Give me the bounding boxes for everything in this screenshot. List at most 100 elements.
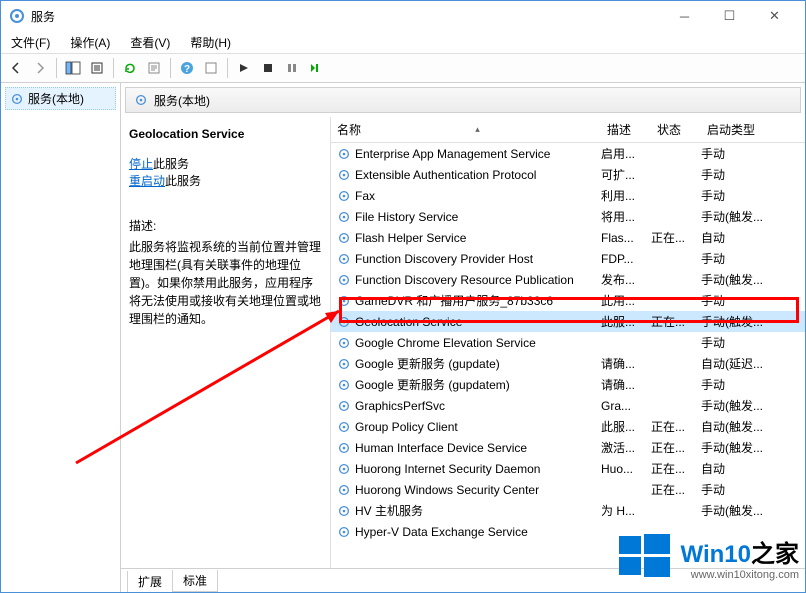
list-header: 名称▴ 描述 状态 启动类型	[331, 117, 805, 143]
refresh-button[interactable]	[119, 57, 141, 79]
windows-logo-icon	[615, 528, 673, 586]
service-row[interactable]: Group Policy Client此服...正在...自动(触发...	[331, 416, 805, 437]
menu-view[interactable]: 查看(V)	[126, 32, 174, 53]
cell-desc: Huo...	[601, 462, 651, 476]
minimize-button[interactable]: ─	[662, 1, 707, 31]
restart-link[interactable]: 重启动	[129, 174, 165, 188]
cell-desc: 为 H...	[601, 502, 651, 519]
cell-status: 正在...	[651, 229, 701, 246]
gear-icon	[337, 189, 351, 203]
cell-desc: 可扩...	[601, 166, 651, 183]
pause-button[interactable]	[281, 57, 303, 79]
cell-name: Function Discovery Resource Publication	[337, 273, 601, 287]
description-text: 此服务将监视系统的当前位置并管理地理围栏(具有关联事件的地理位置)。如果你禁用此…	[129, 238, 322, 328]
service-row[interactable]: Google 更新服务 (gupdate)请确...自动(延迟...	[331, 353, 805, 374]
cell-desc: 此服...	[601, 313, 651, 330]
cell-startup: 手动	[701, 376, 781, 393]
maximize-button[interactable]: ☐	[707, 1, 752, 31]
cell-desc: 请确...	[601, 376, 651, 393]
cell-desc: 启用...	[601, 145, 651, 162]
gear-icon	[337, 420, 351, 434]
menu-help[interactable]: 帮助(H)	[186, 32, 235, 53]
service-row[interactable]: GameDVR 和广播用户服务_87b33c6此用...手动	[331, 290, 805, 311]
cell-name: HV 主机服务	[337, 502, 601, 519]
tab-extended[interactable]: 扩展	[127, 571, 173, 593]
column-status[interactable]: 状态	[651, 117, 701, 142]
gear-icon	[337, 483, 351, 497]
cell-desc: 利用...	[601, 187, 651, 204]
restart-service-line: 重启动此服务	[129, 172, 322, 189]
action-button[interactable]	[200, 57, 222, 79]
cell-desc: Gra...	[601, 399, 651, 413]
cell-name: Flash Helper Service	[337, 231, 601, 245]
close-button[interactable]: ✕	[752, 1, 797, 31]
service-rows[interactable]: Enterprise App Management Service启用...手动…	[331, 143, 805, 568]
service-row[interactable]: Fax利用...手动	[331, 185, 805, 206]
column-desc[interactable]: 描述	[601, 117, 651, 142]
cell-name: Huorong Windows Security Center	[337, 483, 601, 497]
watermark-url: www.win10xitong.com	[681, 569, 799, 581]
cell-name: Function Discovery Provider Host	[337, 252, 601, 266]
service-row[interactable]: Function Discovery Resource Publication发…	[331, 269, 805, 290]
description-label: 描述:	[129, 217, 322, 234]
column-startup[interactable]: 启动类型	[701, 117, 781, 142]
cell-name: Fax	[337, 189, 601, 203]
service-row[interactable]: Function Discovery Provider HostFDP... 手动	[331, 248, 805, 269]
sort-arrow-icon: ▴	[475, 124, 480, 135]
cell-name: Hyper-V Data Exchange Service	[337, 525, 601, 539]
show-hide-button[interactable]	[62, 57, 84, 79]
column-name[interactable]: 名称▴	[331, 117, 601, 142]
service-row[interactable]: File History Service将用...手动(触发...	[331, 206, 805, 227]
service-row[interactable]: Extensible Authentication Protocol可扩...手…	[331, 164, 805, 185]
menu-file[interactable]: 文件(F)	[7, 32, 54, 53]
watermark: Win10之家 www.win10xitong.com	[615, 528, 799, 586]
stop-link[interactable]: 停止	[129, 157, 153, 171]
gear-icon	[337, 294, 351, 308]
export-button[interactable]	[86, 57, 108, 79]
stop-button[interactable]	[257, 57, 279, 79]
service-row[interactable]: Huorong Windows Security Center正在...手动	[331, 479, 805, 500]
service-row[interactable]: HV 主机服务为 H... 手动(触发...	[331, 500, 805, 521]
cell-name: Group Policy Client	[337, 420, 601, 434]
service-row[interactable]: Huorong Internet Security DaemonHuo...正在…	[331, 458, 805, 479]
tree-root-item[interactable]: 服务(本地)	[5, 87, 116, 110]
cell-name: Google Chrome Elevation Service	[337, 336, 601, 350]
cell-startup: 手动(触发...	[701, 502, 781, 519]
gear-icon	[337, 147, 351, 161]
service-row[interactable]: Google 更新服务 (gupdatem)请确... 手动	[331, 374, 805, 395]
play-button[interactable]	[233, 57, 255, 79]
properties-button[interactable]	[143, 57, 165, 79]
forward-button[interactable]	[29, 57, 51, 79]
cell-startup: 自动(延迟...	[701, 355, 781, 372]
gear-icon	[337, 231, 351, 245]
help-button[interactable]: ?	[176, 57, 198, 79]
cell-name: GraphicsPerfSvc	[337, 399, 601, 413]
service-row[interactable]: Flash Helper ServiceFlas...正在...自动	[331, 227, 805, 248]
right-header-title: 服务(本地)	[154, 92, 210, 109]
cell-startup: 手动	[701, 250, 781, 267]
cell-desc: FDP...	[601, 252, 651, 266]
cell-startup: 手动	[701, 166, 781, 183]
cell-status: 正在...	[651, 439, 701, 456]
cell-startup: 手动(触发...	[701, 208, 781, 225]
cell-desc: 此用...	[601, 292, 651, 309]
svg-text:?: ?	[184, 64, 190, 75]
back-button[interactable]	[5, 57, 27, 79]
service-row[interactable]: GraphicsPerfSvcGra...手动(触发...	[331, 395, 805, 416]
tree-pane: 服务(本地)	[1, 83, 121, 592]
service-row[interactable]: Google Chrome Elevation Service手动	[331, 332, 805, 353]
cell-startup: 手动(触发...	[701, 271, 781, 288]
gear-icon	[337, 504, 351, 518]
service-row[interactable]: Geolocation Service此服...正在...手动(触发...	[331, 311, 805, 332]
restart-button[interactable]	[305, 57, 327, 79]
menu-action[interactable]: 操作(A)	[66, 32, 114, 53]
cell-name: Google 更新服务 (gupdatem)	[337, 376, 601, 393]
cell-startup: 手动(触发...	[701, 313, 781, 330]
service-row[interactable]: Enterprise App Management Service启用...手动	[331, 143, 805, 164]
service-row[interactable]: Human Interface Device Service激活...正在...…	[331, 437, 805, 458]
gear-icon	[337, 462, 351, 476]
menubar: 文件(F) 操作(A) 查看(V) 帮助(H)	[1, 31, 805, 53]
tab-standard[interactable]: 标准	[172, 570, 218, 592]
cell-name: File History Service	[337, 210, 601, 224]
toolbar: ?	[1, 53, 805, 83]
